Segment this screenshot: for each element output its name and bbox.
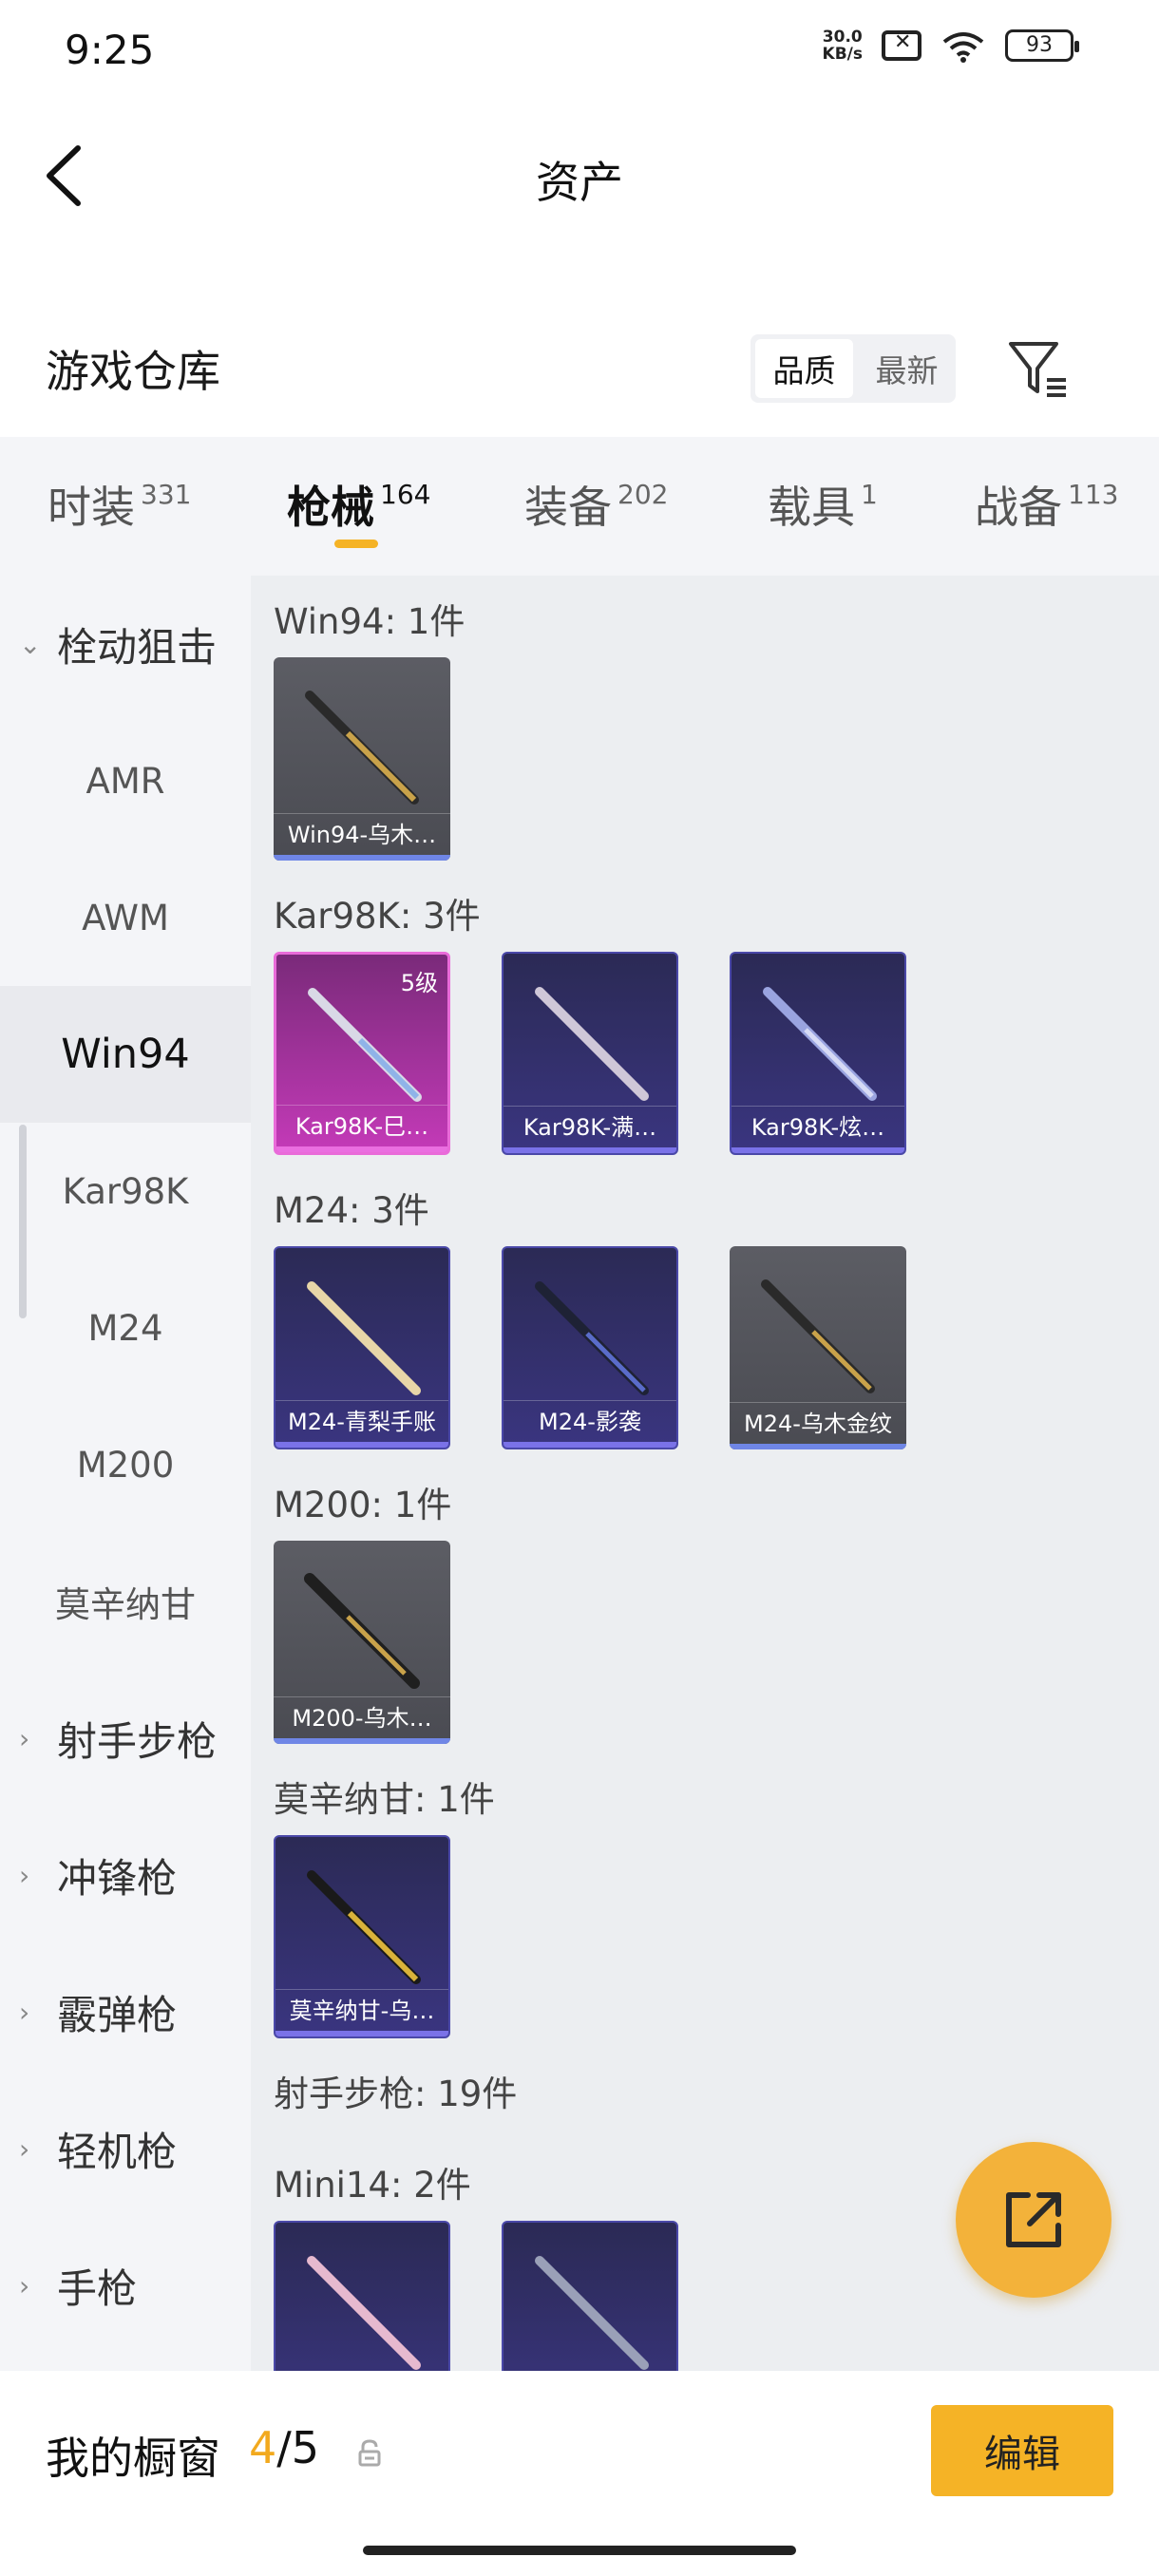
item-card[interactable]: Win94-乌木… <box>274 657 450 861</box>
category-sidebar: ⌄ 栓动狙击 AMR AWM Win94 Kar98K M24 M200 莫辛纳甘… <box>0 576 251 2371</box>
item-card[interactable]: M24-影袭 <box>502 1246 678 1449</box>
page-title: 资产 <box>536 157 623 208</box>
rifle-icon <box>307 1281 421 1395</box>
rifle-icon <box>535 1281 649 1395</box>
rifle-icon <box>761 1279 875 1393</box>
home-indicator <box>363 2546 796 2555</box>
item-card[interactable]: M200-乌木… <box>274 1541 450 1744</box>
showcase-label: 我的橱窗 <box>46 2433 220 2484</box>
tab-equipment[interactable]: 装备 202 <box>524 473 668 536</box>
item-card[interactable]: Kar98K-满… <box>502 952 678 1155</box>
active-tab-indicator <box>334 540 378 548</box>
share-fab-button[interactable] <box>956 2142 1112 2298</box>
section-title: M24: 3件 <box>274 1190 429 1231</box>
sidebar-item-awm[interactable]: AWM <box>0 849 251 986</box>
item-name: M24-青梨手账 <box>276 1400 448 1442</box>
tab-fashion[interactable]: 时装 331 <box>48 473 191 536</box>
sidebar-group-bolt-sniper[interactable]: ⌄ 栓动狙击 <box>0 576 251 712</box>
sidebar-item-win94[interactable]: Win94 <box>0 986 251 1123</box>
chevron-right-icon: › <box>19 1859 30 1891</box>
item-card[interactable]: 5级 Kar98K-巳… <box>274 952 450 1155</box>
sidebar-item-mosin[interactable]: 莫辛纳甘 <box>0 1533 251 1670</box>
chevron-right-icon: › <box>19 2269 30 2301</box>
item-card[interactable]: Kar98K-炫… <box>730 952 906 1155</box>
section-title: Win94: 1件 <box>274 601 466 642</box>
item-name: Kar98K-巳… <box>276 1105 447 1146</box>
showcase-count: 4/5 <box>249 2422 320 2473</box>
edit-button[interactable]: 编辑 <box>931 2405 1113 2496</box>
item-name: M24-乌木金纹 <box>730 1402 906 1444</box>
sidebar-group-lmg[interactable]: › 轻机枪 <box>0 2080 251 2217</box>
rifle-icon <box>307 1870 421 1984</box>
section-title: Mini14: 2件 <box>274 2165 471 2206</box>
item-name: Kar98K-炫… <box>732 1106 904 1147</box>
item-card[interactable]: M24-青梨手账 <box>274 1246 450 1449</box>
battery-icon: 93 <box>1005 29 1079 62</box>
chevron-right-icon: › <box>19 1996 30 2028</box>
section-title: Kar98K: 3件 <box>274 896 481 937</box>
sidebar-item-m200[interactable]: M200 <box>0 1396 251 1533</box>
item-card[interactable]: 莫辛纳甘-乌… <box>274 1835 450 2038</box>
sidebar-item-kar98k[interactable]: Kar98K <box>0 1123 251 1260</box>
item-name: Win94-乌木… <box>274 813 450 855</box>
network-speed: 30.0 KB/s <box>822 28 863 64</box>
rifle-icon <box>763 987 877 1101</box>
sidebar-group-marksman[interactable]: › 射手步枪 <box>0 1670 251 1807</box>
tab-supplies[interactable]: 战备 113 <box>975 473 1118 536</box>
filter-icon[interactable] <box>1005 336 1070 401</box>
showcase-bar: 我的橱窗 4/5 编辑 <box>0 2371 1159 2576</box>
status-icons: 30.0 KB/s 93 <box>822 28 1079 64</box>
item-name: 莫辛纳甘-乌… <box>276 1989 448 2031</box>
tab-vehicles[interactable]: 载具 1 <box>768 473 878 536</box>
sidebar-scrollbar[interactable] <box>19 1125 27 1318</box>
sort-toggle: 品质 最新 <box>750 334 956 403</box>
section-title: 射手步枪: 19件 <box>274 2074 518 2114</box>
chevron-right-icon: › <box>19 1722 30 1754</box>
item-grid: Win94: 1件 Win94-乌木… Kar98K: 3件 5级 Kar98K… <box>251 576 1159 2424</box>
rifle-icon <box>535 2256 649 2370</box>
level-badge: 5级 <box>400 970 438 996</box>
rifle-icon <box>305 691 419 805</box>
app-header: 资产 <box>0 114 1159 237</box>
warehouse-title: 游戏仓库 <box>46 346 220 397</box>
rifle-icon <box>535 987 649 1101</box>
sidebar-group-smg[interactable]: › 冲锋枪 <box>0 1807 251 1943</box>
sidebar-group-shotgun[interactable]: › 霰弹枪 <box>0 1943 251 2080</box>
item-card[interactable]: M24-乌木金纹 <box>730 1246 906 1449</box>
rifle-icon <box>304 1573 420 1689</box>
section-title: 莫辛纳甘: 1件 <box>274 1779 495 1820</box>
rifle-icon <box>307 2256 421 2370</box>
item-name: M24-影袭 <box>504 1400 676 1442</box>
sidebar-item-m24[interactable]: M24 <box>0 1260 251 1396</box>
sort-quality-button[interactable]: 品质 <box>755 339 853 398</box>
item-name: Kar98K-满… <box>504 1106 676 1147</box>
chevron-down-icon: ⌄ <box>19 628 42 660</box>
status-bar: 9:25 30.0 KB/s 93 <box>0 0 1159 104</box>
tab-guns[interactable]: 枪械 164 <box>287 473 430 536</box>
item-name: M200-乌木… <box>274 1696 450 1738</box>
sort-newest-button[interactable]: 最新 <box>858 334 956 403</box>
wifi-icon <box>942 32 984 63</box>
category-tabs: 时装 331 枪械 164 装备 202 载具 1 战备 113 <box>0 437 1159 576</box>
chevron-right-icon: › <box>19 2132 30 2165</box>
sidebar-group-pistol[interactable]: › 手枪 <box>0 2217 251 2354</box>
status-time: 9:25 <box>65 27 155 73</box>
sidebar-item-amr[interactable]: AMR <box>0 712 251 849</box>
lock-icon <box>358 2439 381 2467</box>
section-title: M200: 1件 <box>274 1485 452 1525</box>
external-link-icon <box>1006 2192 1061 2247</box>
sim-off-icon <box>882 30 922 61</box>
